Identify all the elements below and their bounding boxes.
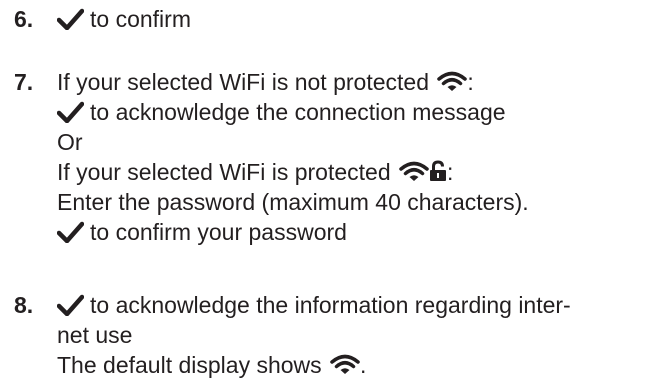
check-icon <box>57 294 84 316</box>
check-icon <box>57 101 84 123</box>
step-text: to acknowledge the information regarding… <box>90 292 571 318</box>
step-body: to confirm <box>57 4 657 34</box>
step-line: Or <box>57 127 657 157</box>
step-body: to acknowledge the information regarding… <box>57 290 657 380</box>
step-number: 8. <box>14 292 34 318</box>
step-line: net use <box>57 320 657 350</box>
step-line: to confirm your password <box>57 217 657 247</box>
wifi-icon <box>437 71 468 93</box>
step-text: If your selected WiFi is protected <box>57 159 391 185</box>
step-text-suffix: . <box>360 352 367 378</box>
step-line: Enter the password (maximum 40 character… <box>57 187 657 217</box>
step-line: to confirm <box>57 4 657 34</box>
step-number: 6. <box>14 6 34 32</box>
step-text: The default display shows <box>57 352 322 378</box>
step-text: net use <box>57 322 133 348</box>
step-line: to acknowledge the connection message <box>57 97 657 127</box>
wifi-icon <box>330 354 360 376</box>
step-text: to confirm <box>90 6 191 32</box>
step-text-suffix: : <box>467 69 474 95</box>
step-number: 7. <box>14 69 34 95</box>
step-text-suffix: : <box>447 159 454 185</box>
step-line: If your selected WiFi is not protected : <box>57 67 657 97</box>
step-line: The default display shows . <box>57 350 657 380</box>
check-icon <box>57 8 84 30</box>
step-body: If your selected WiFi is not protected :… <box>57 67 657 247</box>
step-text: to confirm your password <box>90 219 347 245</box>
step-text: If your selected WiFi is not protected <box>57 69 429 95</box>
step-text: Or <box>57 129 83 155</box>
step-text: Enter the password (maximum 40 character… <box>57 189 529 215</box>
lock-icon <box>429 160 447 182</box>
step-text: to acknowledge the connection message <box>90 99 506 125</box>
wifi-icon <box>399 161 429 183</box>
step-line: to acknowledge the information regarding… <box>57 290 657 320</box>
check-icon <box>57 221 84 243</box>
step-line: If your selected WiFi is protected : <box>57 157 657 187</box>
